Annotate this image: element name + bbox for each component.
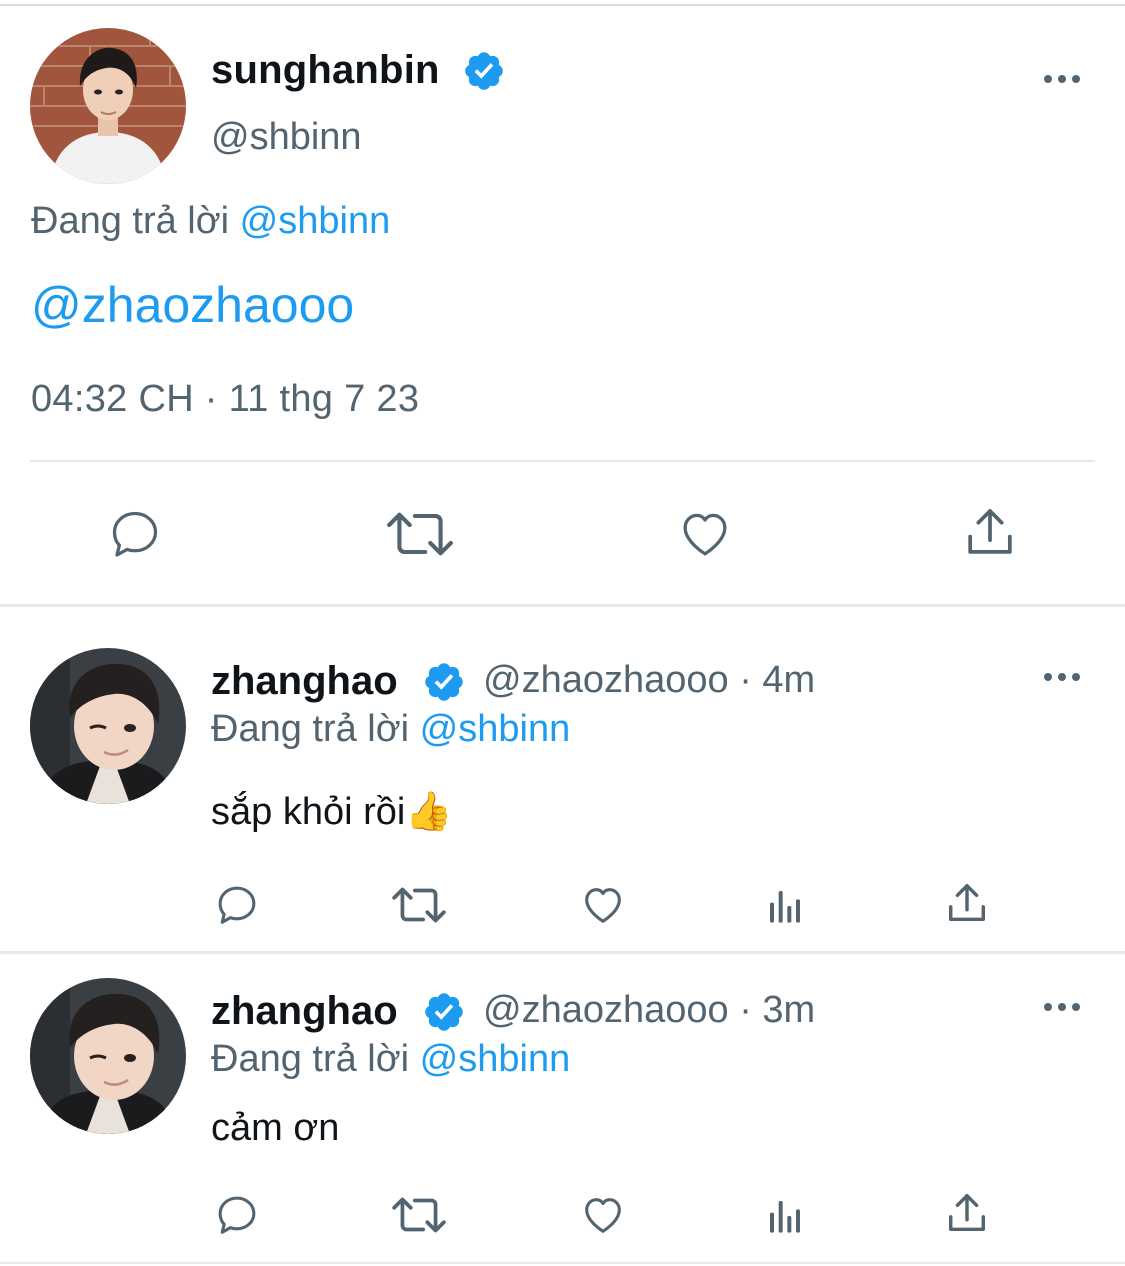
handle-and-time[interactable]: @zhaozhaooo · 3m: [483, 989, 815, 1032]
reply-icon[interactable]: [214, 882, 260, 928]
tweet-text[interactable]: @zhaozhaooo: [31, 276, 354, 334]
handle[interactable]: @shbinn: [211, 116, 362, 159]
avatar[interactable]: [30, 978, 186, 1134]
replying-to-mention[interactable]: @shbinn: [240, 200, 391, 242]
more-options-icon[interactable]: [1042, 671, 1082, 683]
replying-to: Đang trả lời @shbinn: [211, 1038, 570, 1081]
avatar[interactable]: [30, 28, 186, 184]
retweet-icon[interactable]: [384, 508, 456, 560]
replying-to-mention[interactable]: @shbinn: [420, 1038, 571, 1080]
replying-prefix: Đang trả lời: [31, 200, 230, 242]
display-name[interactable]: sunghanbin: [211, 48, 440, 93]
more-options-icon[interactable]: [1042, 73, 1082, 85]
views-icon[interactable]: [764, 886, 806, 926]
display-name[interactable]: zhanghao: [211, 659, 398, 704]
avatar-photo: [30, 648, 186, 804]
replying-to: Đang trả lời @shbinn: [31, 200, 390, 243]
share-icon[interactable]: [962, 504, 1018, 560]
replying-prefix: Đang trả lời: [211, 708, 410, 750]
replying-prefix: Đang trả lời: [211, 1038, 410, 1080]
divider: [0, 604, 1125, 607]
tweet-text[interactable]: sắp khỏi rồi👍: [211, 790, 453, 834]
avatar[interactable]: [30, 648, 186, 804]
avatar-photo: [30, 978, 186, 1134]
verified-badge-icon: [462, 49, 506, 93]
handle-and-time[interactable]: @zhaozhaooo · 4m: [483, 659, 815, 702]
reply-icon[interactable]: [214, 1192, 260, 1238]
reply-icon[interactable]: [106, 506, 164, 562]
divider: [0, 1262, 1125, 1264]
retweet-icon[interactable]: [390, 1194, 448, 1236]
replying-to-mention[interactable]: @shbinn: [420, 708, 571, 750]
main-tweet: sunghanbin @shbinn Đang trả lời @shbinn …: [0, 0, 1125, 606]
like-icon[interactable]: [580, 882, 626, 928]
avatar-photo: [30, 28, 186, 184]
like-icon[interactable]: [580, 1192, 626, 1238]
more-options-icon[interactable]: [1042, 1001, 1082, 1013]
share-icon[interactable]: [944, 1190, 990, 1236]
verified-badge-icon: [422, 660, 466, 704]
display-name[interactable]: zhanghao: [211, 989, 398, 1034]
divider: [30, 460, 1095, 462]
divider: [0, 951, 1125, 954]
timestamp[interactable]: 04:32 CH · 11 thg 7 23: [31, 378, 419, 421]
retweet-icon[interactable]: [390, 884, 448, 926]
tweet-text[interactable]: cảm ơn: [211, 1107, 339, 1150]
verified-badge-icon: [422, 990, 466, 1034]
views-icon[interactable]: [764, 1196, 806, 1236]
share-icon[interactable]: [944, 880, 990, 926]
replying-to: Đang trả lời @shbinn: [211, 708, 570, 751]
like-icon[interactable]: [676, 506, 734, 562]
